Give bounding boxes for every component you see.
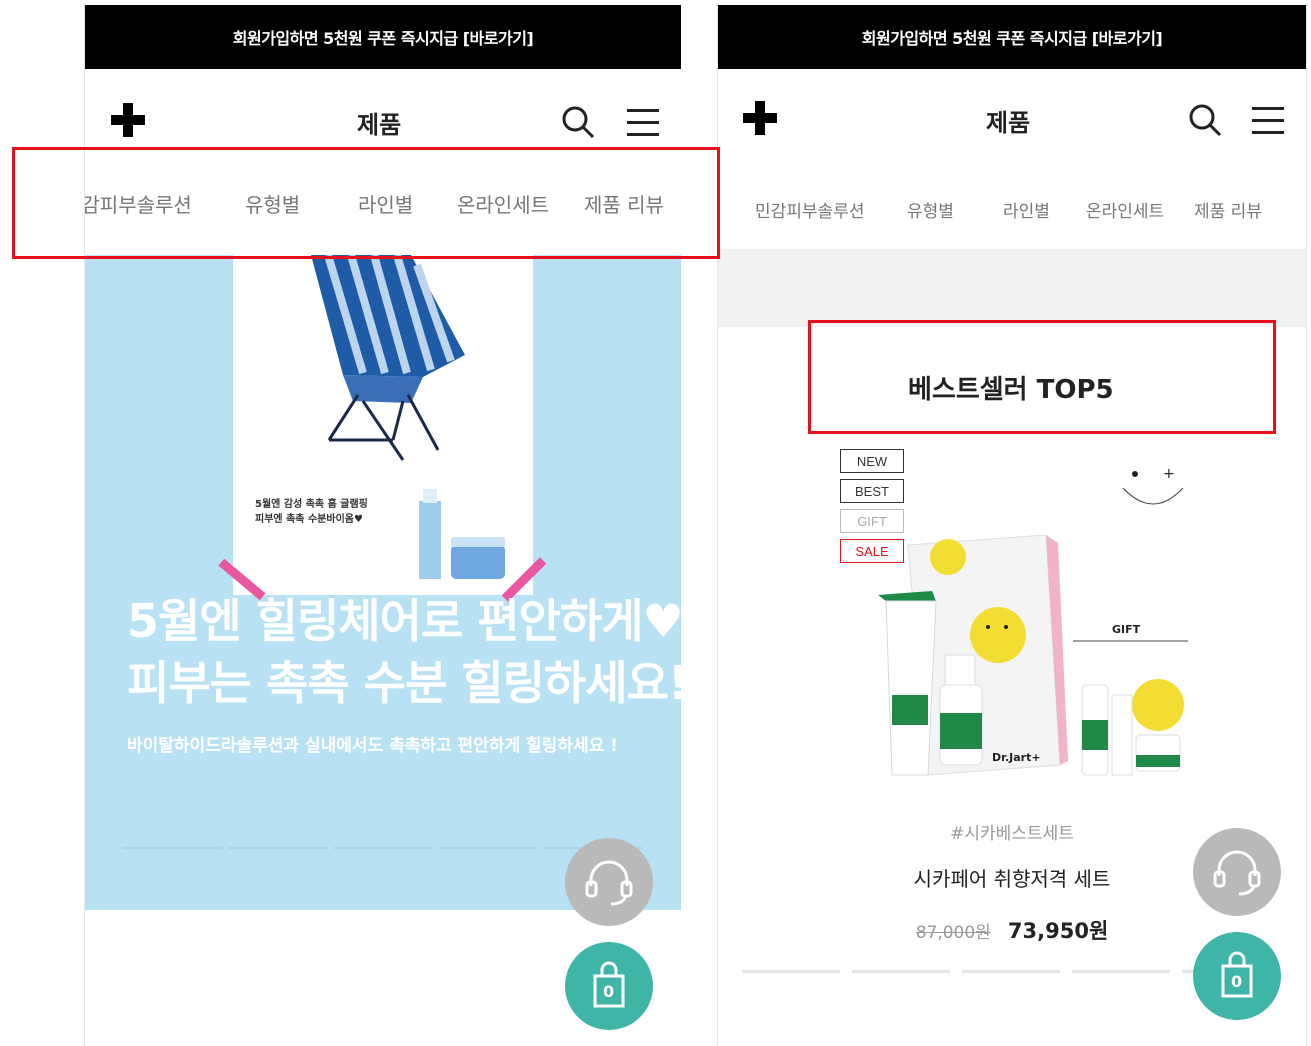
brand-smile-logo: + [1122, 466, 1184, 505]
badge-new: NEW [840, 449, 904, 473]
cart-count: 0 [1231, 972, 1243, 991]
search-icon[interactable] [561, 105, 595, 139]
sale-price: 73,950원 [1007, 919, 1109, 943]
nav-item-by-line[interactable]: 라인별 [1003, 197, 1050, 222]
signup-banner[interactable]: 회원가입하면 5천원 쿠폰 즉시지급 [바로가기] [85, 5, 681, 69]
hero-banner[interactable]: 5월엔 감성 촉촉 홈 글램핑 피부엔 촉촉 수분바이옴♥ 5월엔 힐링체어로 … [85, 253, 681, 910]
nav-highlight-box [12, 147, 720, 259]
headset-icon [1213, 850, 1261, 896]
badge-gift: GIFT [840, 509, 904, 533]
customer-support-button[interactable] [1193, 828, 1281, 916]
page-title: 제품 [357, 111, 402, 139]
plus-icon[interactable] [111, 103, 145, 137]
customer-support-button[interactable] [565, 838, 653, 926]
product-image[interactable]: Dr.Jart+ GIFT [868, 534, 1198, 785]
nav-item-sensitive-skin[interactable]: 민감피부솔루션 [755, 197, 864, 222]
svg-text:+: + [1163, 466, 1175, 482]
brand-label: Dr.Jart+ [992, 751, 1041, 764]
section-divider [718, 249, 1306, 327]
cart-count: 0 [603, 982, 615, 1001]
gift-label: GIFT [1112, 623, 1141, 636]
right-screen: 회원가입하면 5천원 쿠폰 즉시지급 [바로가기] 제품 민감피부솔루션 유형별… [717, 5, 1307, 1046]
title-highlight-box [808, 320, 1276, 434]
cicapair-set-image: Dr.Jart+ GIFT [878, 534, 1188, 776]
hero-subtitle: 바이탈하이드라솔루션과 실내에서도 촉촉하고 편안하게 힐링하세요 ! [127, 736, 618, 756]
cart-button[interactable]: 0 [1193, 932, 1281, 1020]
original-price: 87,000원 [915, 923, 991, 943]
hero-title: 5월엔 힐링체어로 편안하게♥ 피부는 촉촉 수분 힐링하세요! [127, 594, 681, 710]
nav-item-review[interactable]: 제품 리뷰 [1194, 197, 1262, 222]
hero-poster-image: 5월엔 감성 촉촉 홈 글램핑 피부엔 촉촉 수분바이옴♥ [233, 253, 533, 595]
cart-button[interactable]: 0 [565, 942, 653, 1030]
page-title: 제품 [986, 109, 1031, 137]
menu-icon[interactable] [627, 109, 659, 137]
poster-caption: 5월엔 감성 촉촉 홈 글램핑 피부엔 촉촉 수분바이옴♥ [255, 499, 368, 525]
badge-best: BEST [840, 479, 904, 503]
menu-icon[interactable] [1252, 107, 1284, 135]
nav-item-online-set[interactable]: 온라인세트 [1086, 197, 1164, 222]
headset-icon [585, 860, 633, 906]
nav-item-by-type[interactable]: 유형별 [907, 197, 954, 222]
healing-chair-image [311, 253, 505, 579]
top-header: 제품 [718, 69, 1306, 169]
plus-icon[interactable] [743, 101, 777, 135]
search-icon[interactable] [1188, 103, 1222, 137]
signup-banner[interactable]: 회원가입하면 5천원 쿠폰 즉시지급 [바로가기] [718, 5, 1306, 69]
